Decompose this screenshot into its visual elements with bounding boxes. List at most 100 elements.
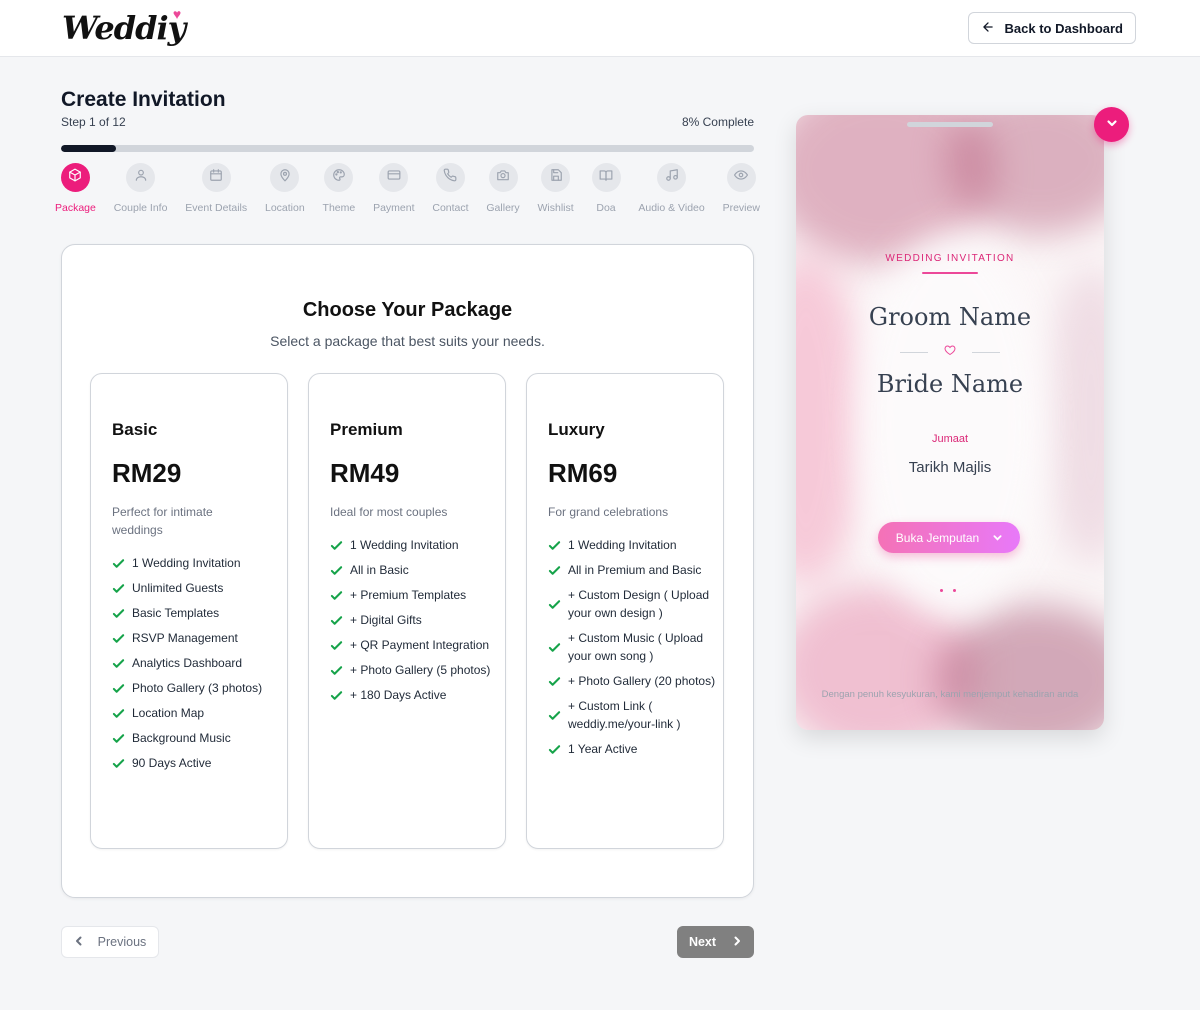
package-option-basic[interactable]: Basic RM29 Perfect for intimate weddings 1 … xyxy=(90,373,288,849)
back-to-dashboard-button[interactable]: Back to Dashboard xyxy=(967,12,1136,44)
step-circle xyxy=(488,163,518,192)
bride-name: Bride Name xyxy=(876,370,1024,398)
feature-text: 1 Wedding Invitation xyxy=(568,538,677,552)
open-invitation-button[interactable]: Buka Jemputan xyxy=(878,522,1020,553)
check-icon xyxy=(548,598,561,611)
package-feature: 1 Wedding Invitation xyxy=(112,554,282,572)
package-feature: Photo Gallery (3 photos) xyxy=(112,679,282,697)
feature-text: + QR Payment Integration xyxy=(350,638,490,652)
step-label: Wishlist xyxy=(537,202,574,214)
section-subtitle: Select a package that best suits your ne… xyxy=(270,333,545,349)
check-icon xyxy=(112,582,125,595)
wizard-step-doa[interactable]: Doa xyxy=(591,163,621,223)
credit-card-icon xyxy=(387,168,401,187)
arrow-left-icon xyxy=(981,20,995,37)
step-circle xyxy=(126,163,156,192)
invitation-preview: WEDDING INVITATION Groom Name Bride Name… xyxy=(796,115,1104,730)
previous-button[interactable]: Previous xyxy=(61,926,159,958)
wizard-step-audio-video[interactable]: Audio & Video xyxy=(638,163,705,223)
wizard-step-payment[interactable]: Payment xyxy=(373,163,415,223)
package-price: RM49 xyxy=(330,458,400,488)
collapse-preview-button[interactable] xyxy=(1094,107,1129,142)
feature-text: 90 Days Active xyxy=(132,756,212,770)
check-icon xyxy=(548,675,561,688)
chevron-down-icon xyxy=(993,531,1002,545)
check-icon xyxy=(112,682,125,695)
check-icon xyxy=(330,539,343,552)
wizard-step-wishlist[interactable]: Wishlist xyxy=(538,163,574,223)
wizard-step-preview[interactable]: Preview xyxy=(723,163,760,223)
feature-text: All in Basic xyxy=(350,563,409,577)
wizard-step-contact[interactable]: Contact xyxy=(432,163,469,223)
wizard-step-package[interactable]: Package xyxy=(55,163,96,223)
invitation-eyebrow: WEDDING INVITATION xyxy=(885,253,1015,264)
feature-text: Unlimited Guests xyxy=(132,581,224,595)
package-feature: 1 Wedding Invitation xyxy=(548,536,718,554)
progress-percent: 8% Complete xyxy=(681,115,754,129)
music-icon xyxy=(665,168,679,187)
check-icon xyxy=(330,589,343,602)
package-feature: + Premium Templates xyxy=(330,586,500,604)
check-icon xyxy=(330,664,343,677)
preview-dots xyxy=(940,589,956,592)
chevron-down-icon xyxy=(1106,116,1118,134)
step-label: Event Details xyxy=(185,202,248,214)
section-title: Choose Your Package xyxy=(302,299,513,321)
feature-text: Location Map xyxy=(132,706,205,720)
feature-text: Photo Gallery (3 photos) xyxy=(132,681,263,695)
wizard-step-gallery[interactable]: Gallery xyxy=(486,163,520,223)
feature-text: Basic Templates xyxy=(132,606,220,620)
step-counter: Step 1 of 12 xyxy=(61,115,126,129)
chevron-right-icon xyxy=(732,935,742,949)
weddiy-logo[interactable]: Weddiy ♥ xyxy=(62,6,186,48)
step-circle xyxy=(201,163,231,192)
step-label: Contact xyxy=(432,202,469,214)
package-feature: + Photo Gallery (20 photos) xyxy=(548,672,718,690)
progress-bar xyxy=(61,145,754,152)
feature-text: + Digital Gifts xyxy=(350,613,422,627)
page-title: Create Invitation xyxy=(61,88,226,111)
previous-label: Previous xyxy=(97,935,147,949)
package-option-premium[interactable]: Premium RM49 Ideal for most couples 1 Weddi… xyxy=(308,373,506,849)
floral-decoration xyxy=(936,605,1104,730)
check-icon xyxy=(112,732,125,745)
step-circle xyxy=(324,163,354,192)
package-feature: + 180 Days Active xyxy=(330,686,500,704)
wizard-step-theme[interactable]: Theme xyxy=(323,163,355,223)
phone-icon xyxy=(443,168,457,187)
package-name: Basic xyxy=(112,420,158,439)
package-feature: Location Map xyxy=(112,704,282,722)
next-button[interactable]: Next xyxy=(677,926,754,958)
step-circle xyxy=(270,163,300,192)
event-day: Jumaat xyxy=(931,433,969,445)
package-card: Choose Your Package Select a package tha… xyxy=(61,244,754,898)
package-name: Premium xyxy=(330,420,403,439)
feature-text: 1 Wedding Invitation xyxy=(132,556,241,570)
feature-text: RSVP Management xyxy=(132,631,238,645)
feature-text: + Photo Gallery (20 photos) xyxy=(568,674,716,688)
next-label: Next xyxy=(688,935,717,949)
back-to-dashboard-label: Back to Dashboard xyxy=(1004,20,1123,36)
wizard-step-event-details[interactable]: Event Details xyxy=(185,163,247,223)
check-icon xyxy=(112,757,125,770)
package-description: Ideal for most couples xyxy=(330,505,448,519)
package-option-luxury[interactable]: Luxury RM69 For grand celebrations 1 Weddin… xyxy=(526,373,724,849)
heart-icon: ♥ xyxy=(172,6,182,22)
top-header: Weddiy ♥ Back to Dashboard xyxy=(0,0,1200,57)
feature-list: 1 Wedding Invitation Unlimited Guests Basi… xyxy=(112,554,282,779)
feature-text: + 180 Days Active xyxy=(350,688,447,702)
check-icon xyxy=(548,564,561,577)
groom-name: Groom Name xyxy=(868,303,1032,331)
preview-notch xyxy=(907,122,993,127)
palette-icon xyxy=(332,168,346,187)
heart-divider xyxy=(900,344,1000,360)
wizard-step-location[interactable]: Location xyxy=(265,163,305,223)
heart-outline-icon xyxy=(944,343,956,361)
step-label: Preview xyxy=(722,202,760,214)
package-feature: + Custom Design ( Upload your own design… xyxy=(548,586,718,622)
package-feature: + Photo Gallery (5 photos) xyxy=(330,661,500,679)
save-icon xyxy=(549,168,563,187)
package-feature: All in Basic xyxy=(330,561,500,579)
wizard-step-couple-info[interactable]: Couple Info xyxy=(114,163,167,223)
feature-text: + Custom Music ( Upload your own song ) xyxy=(568,631,704,663)
